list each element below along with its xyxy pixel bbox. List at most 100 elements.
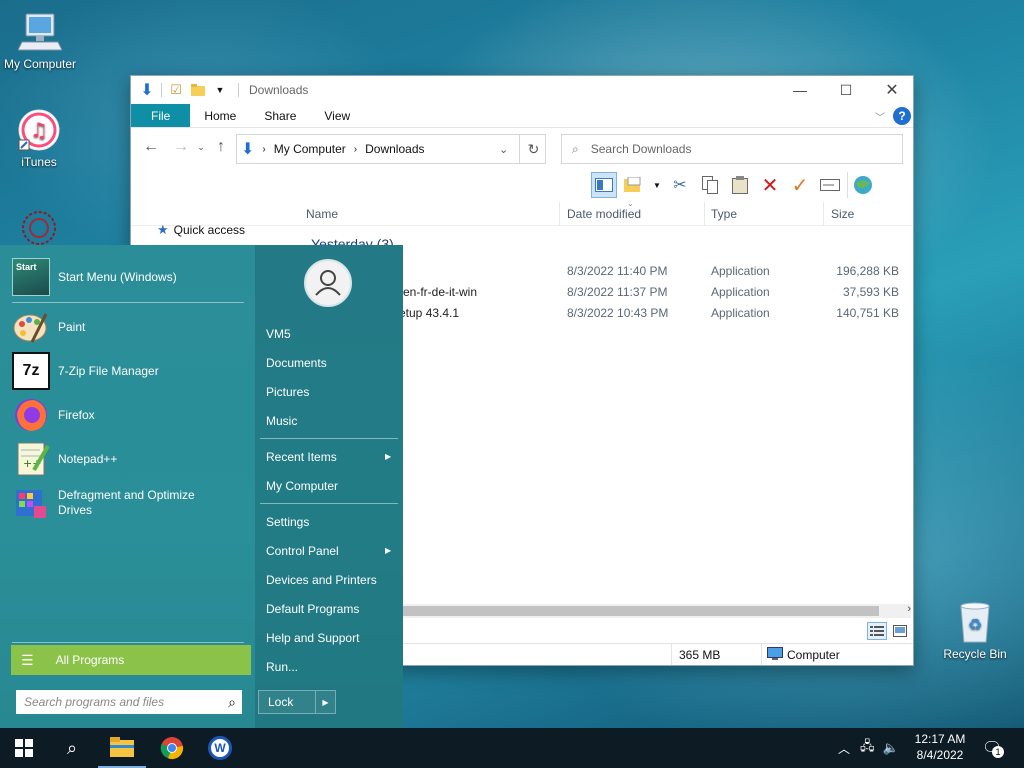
globe-icon[interactable] [847,172,877,198]
copy-icon[interactable] [697,172,723,198]
dropdown-arrow-icon[interactable]: ▼ [651,172,663,198]
paste-icon[interactable] [727,172,753,198]
divider [823,202,824,226]
maximize-button[interactable]: ☐ [823,76,869,104]
divider [704,202,705,226]
tab-view[interactable]: View [310,104,364,127]
tab-share[interactable]: Share [250,104,310,127]
system-tray: ︿ 🖧 🔈 [838,728,899,768]
nav-item-quick-access[interactable]: ★ Quick access [157,222,245,238]
recent-locations-icon[interactable]: ⌄ [193,142,209,153]
link-default-programs[interactable]: Default Programs [266,602,359,616]
rename-icon[interactable] [817,172,843,198]
link-music[interactable]: Music [266,414,297,428]
volume-icon[interactable]: 🔈 [883,740,899,756]
list-icon: ☰ [21,651,34,668]
program-start-menu[interactable]: Start Start Menu (Windows) [12,257,248,297]
clock[interactable]: 12:17 AM 8/4/2022 [906,731,974,763]
show-hidden-icons-icon[interactable]: ︿ [838,740,850,757]
column-type[interactable]: Type [711,207,737,221]
taskbar-file-explorer[interactable] [98,728,146,768]
search-button[interactable]: ⌕ [48,728,96,768]
file-row[interactable]: 8/3/2022 11:40 PM Application 196,288 KB [399,261,909,282]
clock-time: 12:17 AM [914,732,966,746]
checkmark-icon[interactable]: ✓ [787,172,813,198]
refresh-icon[interactable]: ↻ [519,135,547,163]
taskbar-chrome[interactable] [148,728,196,768]
desktop-icon-itunes[interactable]: ♫ iTunes [0,108,81,169]
desktop-icon-recycle-bin[interactable]: ♻ Recycle Bin [932,600,1018,661]
avatar[interactable] [304,259,352,307]
link-my-computer[interactable]: My Computer [266,479,338,493]
program-label: Defragment and Optimize Drives [58,488,195,517]
cut-icon[interactable]: ✂ [667,172,693,198]
scroll-right-icon[interactable]: › [907,603,911,615]
link-documents[interactable]: Documents [266,356,327,370]
forward-arrow-icon[interactable]: → [169,138,193,156]
expand-ribbon-icon[interactable]: ﹀ [875,109,885,124]
taskbar-app[interactable]: W [196,728,244,768]
file-row[interactable]: etup 43.4.1 8/3/2022 10:43 PM Applicatio… [399,303,909,324]
preview-pane-icon[interactable] [591,172,617,198]
link-settings[interactable]: Settings [266,515,309,529]
customize-quick-access-icon[interactable]: ▼ [212,82,228,98]
clock-date: 8/4/2022 [916,748,964,762]
scrollbar-thumb[interactable] [399,606,879,616]
divider [761,644,762,665]
search-input[interactable]: ⌕ Search Downloads [561,134,903,164]
column-name[interactable]: Name [306,207,338,221]
address-history-icon[interactable]: ⌄ [499,143,508,156]
firefox-icon [12,396,50,434]
svg-text:♫: ♫ [30,118,48,142]
submenu-arrow-icon: ▶ [385,546,392,555]
program-paint[interactable]: Paint [12,307,248,347]
program-notepad-plus-plus[interactable]: ++ Notepad++ [12,439,248,479]
lock-button[interactable]: Lock ▶ [258,690,336,714]
link-recent-items[interactable]: Recent Items [266,450,337,464]
program-firefox[interactable]: Firefox [12,395,248,435]
new-folder-icon[interactable] [190,82,206,98]
all-programs-button[interactable]: ☰ All Programs [11,645,251,675]
help-icon[interactable]: ? [893,107,911,125]
close-button[interactable]: ✕ [869,76,915,104]
properties-icon[interactable]: ☑ [168,82,184,98]
link-user[interactable]: VM5 [266,327,291,341]
up-arrow-icon[interactable]: ↑ [209,138,233,156]
chevron-right-icon[interactable]: › [262,144,265,155]
chevron-right-icon[interactable]: › [354,144,357,155]
column-header: Name ⌄ Date modified Type Size [131,199,913,226]
horizontal-scrollbar[interactable]: › [399,603,911,618]
minimize-button[interactable]: — [777,76,823,104]
program-7zip[interactable]: 7z 7-Zip File Manager [12,351,248,391]
desktop-icon-my-computer[interactable]: My Computer [0,10,82,71]
program-defragment[interactable]: Defragment and Optimize Drives [12,483,248,523]
column-size[interactable]: Size [831,207,854,221]
link-help-and-support[interactable]: Help and Support [266,631,359,645]
link-run[interactable]: Run... [266,660,298,674]
tab-home[interactable]: Home [190,104,250,127]
address-bar[interactable]: ⬇ › My Computer › Downloads ⌄ ↻ [236,134,546,164]
link-pictures[interactable]: Pictures [266,385,309,399]
app-icon: W [208,736,232,760]
divider [12,302,244,303]
back-arrow-icon[interactable]: ← [139,138,163,156]
network-icon[interactable]: 🖧 [860,737,875,759]
link-control-panel[interactable]: Control Panel [266,544,339,558]
search-icon[interactable]: ⌕ [228,694,236,711]
details-view-icon[interactable] [867,622,887,640]
tab-file[interactable]: File [131,104,191,127]
link-devices-and-printers[interactable]: Devices and Printers [266,573,377,587]
action-center-button[interactable]: 🗨 1 [982,738,1004,758]
column-date-modified[interactable]: Date modified [567,207,641,221]
breadcrumb-my-computer[interactable]: My Computer [274,142,346,156]
lock-options-arrow-icon[interactable]: ▶ [315,691,335,713]
breadcrumb-downloads[interactable]: Downloads [365,142,424,156]
itunes-icon: ♫ [17,108,61,152]
large-icons-view-icon[interactable] [891,623,909,639]
folder-options-icon[interactable] [621,172,647,198]
start-button[interactable] [0,728,48,768]
delete-icon[interactable]: ✕ [757,172,783,198]
program-search-input[interactable]: Search programs and files ⌕ [16,690,242,714]
file-row[interactable]: -en-fr-de-it-win 8/3/2022 11:37 PM Appli… [399,282,909,303]
chrome-icon [160,737,184,760]
